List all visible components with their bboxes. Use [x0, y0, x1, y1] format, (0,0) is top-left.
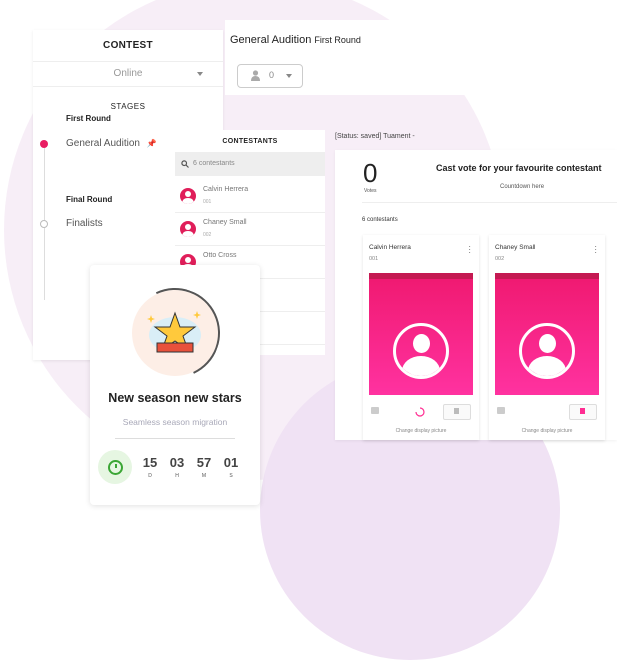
- more-vert-icon[interactable]: · · ·: [468, 243, 471, 257]
- timer-hours-label: H: [175, 473, 179, 479]
- countdown-text: Countdown here: [500, 184, 545, 190]
- card-name: Calvin Herrera: [369, 244, 411, 251]
- contestant-card[interactable]: Calvin Herrera 001 · · · Change display pi…: [363, 235, 479, 440]
- round-title: Final Round: [66, 195, 113, 204]
- contestant-name: Chaney Small: [203, 219, 247, 226]
- mode-select-value: Online: [113, 68, 143, 79]
- upload-button[interactable]: [569, 404, 597, 420]
- avatar: [180, 221, 196, 237]
- stage-label: General Audition: [66, 138, 140, 149]
- card-name: Chaney Small: [495, 244, 536, 251]
- mode-select[interactable]: Online: [33, 61, 223, 87]
- inactive-stage-dot: [40, 220, 48, 228]
- pin-icon: 📌: [146, 139, 157, 148]
- stage-title: General Audition: [230, 34, 312, 46]
- stage-subtitle: First Round: [314, 35, 361, 45]
- display-picture: [369, 273, 473, 395]
- upload-icon: [580, 408, 585, 414]
- contest-header: CONTEST: [103, 40, 153, 51]
- timer-minutes: 57: [196, 455, 212, 470]
- votes-value: 0: [363, 158, 378, 188]
- page-title: General Audition First Round: [230, 34, 361, 46]
- divider: [115, 438, 235, 439]
- card-id: 001: [369, 256, 379, 262]
- round-title: First Round: [66, 114, 111, 123]
- clock-icon: [108, 460, 123, 475]
- contestants-count: 6 contestants: [362, 217, 398, 223]
- user-icon: [251, 70, 260, 81]
- star-award-icon: [147, 311, 201, 353]
- status-text: [Status: saved] Tuament -: [335, 133, 415, 140]
- stage-item-finalists[interactable]: Finalists: [66, 218, 103, 229]
- contestant-name: Calvin Herrera: [203, 186, 249, 193]
- stages-label: STAGES: [110, 102, 146, 111]
- cast-vote-heading: Cast vote for your favourite contestant: [436, 163, 602, 173]
- stage-header: General Audition First Round 0: [225, 20, 490, 95]
- divider: [362, 202, 617, 203]
- upload-icon: [454, 408, 459, 414]
- caret-down-icon: [286, 74, 292, 78]
- image-icon: [497, 407, 505, 414]
- promo-card: New season new stars Seamless season mig…: [90, 265, 260, 505]
- caret-down-icon: [197, 72, 203, 76]
- judge-dropdown[interactable]: 0: [237, 64, 303, 88]
- active-stage-dot: [40, 140, 48, 148]
- image-icon: [371, 407, 379, 414]
- search-placeholder: 6 contestants: [193, 160, 235, 167]
- promo-title: New season new stars: [108, 391, 242, 405]
- promo-subtitle: Seamless season migration: [122, 417, 228, 427]
- timer-seconds-label: S: [229, 473, 233, 479]
- more-vert-icon[interactable]: · · ·: [594, 243, 597, 257]
- avatar: [180, 188, 196, 204]
- avatar-placeholder-icon: [519, 323, 575, 379]
- upload-button[interactable]: [443, 404, 471, 420]
- avatar-placeholder-icon: [393, 323, 449, 379]
- stage-item-general-audition[interactable]: General Audition 📌: [66, 138, 157, 149]
- search-icon: [181, 160, 189, 168]
- timer-seconds: 01: [223, 455, 239, 470]
- voting-area: 0 Votes Cast vote for your favourite con…: [335, 150, 617, 440]
- list-item[interactable]: Chaney Small 002: [175, 213, 325, 246]
- timer-minutes-label: M: [201, 473, 207, 479]
- contestant-card[interactable]: Chaney Small 002 · · · Change display pict…: [489, 235, 605, 440]
- card-id: 002: [495, 256, 505, 262]
- clock-badge: [98, 450, 132, 484]
- change-picture-link[interactable]: Change display picture: [363, 428, 479, 434]
- contestant-search[interactable]: 6 contestants: [175, 152, 325, 176]
- timer-days-label: D: [148, 473, 152, 479]
- loading-spinner-icon: [415, 407, 425, 417]
- contestant-id: 001: [203, 199, 212, 205]
- timer-days: 15: [142, 455, 158, 470]
- contestant-id: 002: [203, 232, 212, 238]
- contestants-header: CONTESTANTS: [222, 138, 278, 145]
- list-item[interactable]: Calvin Herrera 001: [175, 180, 325, 213]
- votes-label: Votes: [364, 188, 377, 194]
- judge-count: 0: [269, 70, 275, 80]
- change-picture-link[interactable]: Change display picture: [489, 428, 605, 434]
- display-picture: [495, 273, 599, 395]
- timer-hours: 03: [169, 455, 185, 470]
- contestant-name: Otto Cross: [203, 252, 237, 259]
